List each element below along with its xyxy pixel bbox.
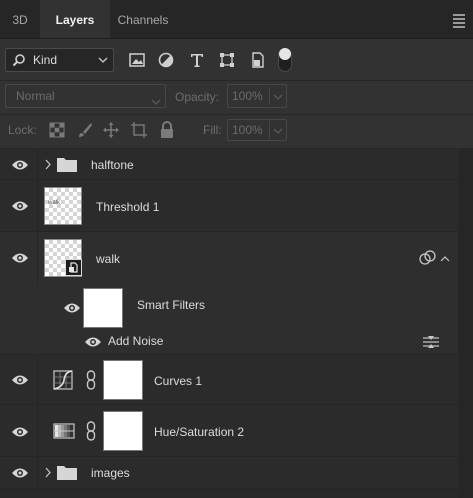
fill-dropdown-button[interactable] <box>269 121 285 139</box>
layer-row-images[interactable]: images <box>0 457 458 489</box>
layer-mask-thumbnail[interactable] <box>103 411 143 451</box>
shape-filter-icon[interactable] <box>218 51 236 69</box>
visibility-column <box>0 457 38 488</box>
thumbnail-text: walk <box>48 200 61 206</box>
divider <box>0 114 473 115</box>
search-icon <box>12 53 26 70</box>
panel-menu-icon[interactable] <box>453 14 465 30</box>
visibility-column <box>0 355 38 404</box>
fill-field[interactable]: 100% <box>227 119 287 141</box>
eye-icon[interactable] <box>11 467 29 479</box>
chevron-down-icon <box>151 92 161 114</box>
opacity-label: Opacity: <box>175 90 220 104</box>
filter-toggle-knob[interactable] <box>279 48 291 60</box>
visibility-column <box>0 180 38 231</box>
layer-name[interactable]: Curves 1 <box>154 374 202 388</box>
lock-artboard-icon[interactable] <box>130 121 148 139</box>
fill-label: Fill: <box>203 123 222 137</box>
chevron-right-icon[interactable] <box>44 467 52 481</box>
visibility-column <box>0 405 38 456</box>
tab-3d[interactable]: 3D <box>0 0 40 38</box>
link-icon[interactable] <box>86 370 96 393</box>
chevron-up-icon[interactable] <box>440 252 450 266</box>
adjustment-filter-icon[interactable] <box>157 51 175 69</box>
layer-name[interactable]: Hue/Saturation 2 <box>154 425 244 439</box>
filter-name[interactable]: Add Noise <box>108 334 163 348</box>
tab-layers[interactable]: Layers <box>40 0 110 38</box>
blend-mode-select[interactable]: Normal <box>5 84 166 108</box>
filter-blending-options-icon[interactable] <box>423 336 439 351</box>
curves-adjustment-icon[interactable] <box>53 370 73 393</box>
scrollbar[interactable] <box>458 150 473 498</box>
type-filter-icon[interactable] <box>188 51 206 69</box>
layer-name[interactable]: Threshold 1 <box>96 200 159 214</box>
layer-name[interactable]: images <box>91 466 130 480</box>
blend-mode-value: Normal <box>16 89 55 103</box>
eye-icon[interactable] <box>63 302 81 314</box>
layer-row-walk[interactable]: walk Smart Filters Add Noise <box>0 232 458 355</box>
lock-label: Lock: <box>8 123 37 137</box>
eye-icon[interactable] <box>11 159 29 171</box>
divider <box>0 80 473 81</box>
filter-kind-label: Kind <box>33 53 58 67</box>
eye-icon[interactable] <box>11 426 29 438</box>
eye-icon[interactable] <box>11 374 29 386</box>
eye-icon[interactable] <box>11 200 29 212</box>
filter-kind-select[interactable]: Kind <box>5 48 114 72</box>
layer-name[interactable]: halftone <box>91 158 134 172</box>
layer-name[interactable]: walk <box>96 252 120 266</box>
opacity-field[interactable]: 100% <box>227 84 287 108</box>
lock-position-icon[interactable] <box>102 121 120 139</box>
hue-saturation-adjustment-icon[interactable] <box>53 423 75 442</box>
smart-filters-label[interactable]: Smart Filters <box>137 298 205 312</box>
eye-icon[interactable] <box>84 336 102 348</box>
opacity-value: 100% <box>232 89 263 103</box>
layer-row-hue-saturation[interactable]: Hue/Saturation 2 <box>0 405 458 457</box>
fill-value: 100% <box>232 123 263 137</box>
smart-filter-mask-thumbnail[interactable] <box>83 288 123 328</box>
lock-all-icon[interactable] <box>159 121 175 139</box>
visibility-column <box>0 232 38 284</box>
smart-object-filter-icon[interactable] <box>249 51 267 69</box>
link-icon[interactable] <box>86 421 96 444</box>
eye-icon[interactable] <box>11 252 29 264</box>
tab-channels[interactable]: Channels <box>110 0 176 38</box>
lock-image-pixels-icon[interactable] <box>76 121 94 139</box>
opacity-dropdown-button[interactable] <box>269 87 285 105</box>
chevron-right-icon[interactable] <box>44 159 52 173</box>
chevron-down-icon <box>98 54 108 68</box>
layer-row-curves[interactable]: Curves 1 <box>0 355 458 405</box>
filter-effects-icon[interactable] <box>419 250 437 269</box>
visibility-column <box>0 149 38 179</box>
folder-icon <box>57 157 77 175</box>
folder-icon <box>57 465 77 483</box>
layer-row-halftone[interactable]: halftone <box>0 149 458 180</box>
smart-object-badge-icon <box>65 259 82 276</box>
layer-mask-thumbnail[interactable] <box>103 360 143 400</box>
layer-thumbnail: walk <box>44 187 82 225</box>
layer-row-threshold[interactable]: walk Threshold 1 <box>0 180 458 232</box>
image-filter-icon[interactable] <box>128 51 146 69</box>
panel-tab-bar: 3D Layers Channels <box>0 0 473 39</box>
lock-transparent-pixels-icon[interactable] <box>49 122 65 138</box>
